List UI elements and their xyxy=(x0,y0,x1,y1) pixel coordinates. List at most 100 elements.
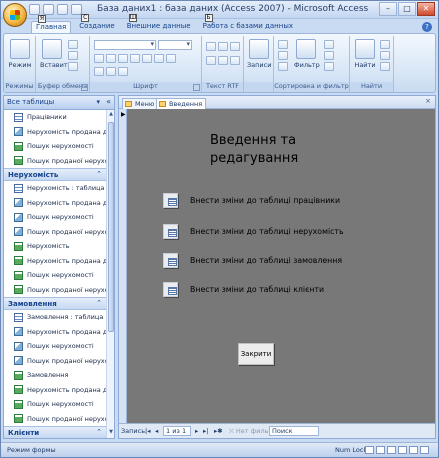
nav-group-header[interactable]: Клієнти ⌃ xyxy=(4,426,108,438)
format-painter-icon[interactable] xyxy=(68,62,78,71)
advanced-filter-icon[interactable] xyxy=(324,51,334,60)
group-collapse-chevron-icon[interactable]: ⌃ xyxy=(96,299,102,307)
nav-scrollbar[interactable]: ▲ ▼ xyxy=(106,110,114,438)
nav-item[interactable]: Пошук проданої нерухо... xyxy=(4,283,108,298)
clear-sort-icon[interactable] xyxy=(278,62,288,71)
bullets-icon[interactable] xyxy=(206,56,216,65)
scroll-up-icon[interactable]: ▲ xyxy=(107,111,114,119)
scroll-thumb[interactable] xyxy=(108,122,114,332)
group-collapse-chevron-icon[interactable]: ⌃ xyxy=(96,428,102,436)
numbering-icon[interactable] xyxy=(218,56,228,65)
decrease-indent-icon[interactable] xyxy=(206,42,216,51)
filter-button[interactable]: Фильтр xyxy=(294,39,320,69)
minimize-button[interactable]: – xyxy=(379,2,397,16)
alt-fill-icon[interactable] xyxy=(118,67,128,76)
pivot-table-icon[interactable] xyxy=(387,446,396,454)
last-record-icon[interactable]: ▸| xyxy=(203,427,208,435)
office-button[interactable] xyxy=(3,3,27,27)
nav-item[interactable]: Працівники xyxy=(4,110,108,125)
close-document-icon[interactable]: × xyxy=(425,97,431,105)
edit-property-button[interactable] xyxy=(163,224,178,239)
nav-header[interactable]: Все таблицы ▾ « xyxy=(4,96,114,110)
help-icon[interactable]: ? xyxy=(422,22,432,32)
select-icon[interactable] xyxy=(380,62,390,71)
nav-item[interactable]: Пошук проданої нерухо... xyxy=(4,225,108,240)
nav-item[interactable]: Нерухомість : таблица xyxy=(4,181,108,196)
nav-item[interactable]: Пошук нерухомості xyxy=(4,139,108,154)
nav-item[interactable]: Пошук проданої нерухо... xyxy=(4,354,108,369)
edit-employees-button[interactable] xyxy=(163,193,178,208)
nav-item[interactable]: Замовлення : таблица xyxy=(4,310,108,325)
dialog-launcher-icon[interactable] xyxy=(81,84,88,91)
tab-external-data[interactable]: Ш Внешние данные xyxy=(123,14,195,33)
nav-menu-chevron-icon[interactable]: ▾ xyxy=(96,98,100,106)
tab-home[interactable]: Я Главная xyxy=(31,15,72,33)
close-window-button[interactable]: ✕ xyxy=(417,2,435,16)
cut-icon[interactable] xyxy=(68,40,78,49)
paragraph-icon[interactable] xyxy=(230,42,240,51)
sort-descending-icon[interactable] xyxy=(278,51,288,60)
italic-icon[interactable] xyxy=(106,54,116,63)
increase-indent-icon[interactable] xyxy=(218,42,228,51)
nav-item[interactable]: Нерухомість продана до ... xyxy=(4,325,108,340)
nav-item[interactable]: Нерухомість продана до ... xyxy=(4,254,108,269)
sort-ascending-icon[interactable] xyxy=(278,40,288,49)
nav-item[interactable]: Пошук нерухомості xyxy=(4,397,108,412)
shutter-bar-collapse-icon[interactable]: « xyxy=(106,97,111,106)
paste-button[interactable]: Вставить xyxy=(40,39,71,69)
font-name-combo[interactable] xyxy=(94,40,156,50)
prev-record-icon[interactable]: ◂ xyxy=(155,427,158,435)
nav-item[interactable]: Пошук нерухомості xyxy=(4,339,108,354)
align-left-icon[interactable] xyxy=(130,54,140,63)
selection-filter-icon[interactable] xyxy=(324,40,334,49)
redo-icon[interactable] xyxy=(57,4,68,15)
highlight-icon[interactable] xyxy=(230,56,240,65)
nav-item[interactable]: Нерухомість продана до ... xyxy=(4,383,108,398)
dialog-launcher-icon[interactable] xyxy=(193,84,200,91)
replace-icon[interactable] xyxy=(380,40,390,49)
nav-item[interactable]: Нерухомість продана до ... xyxy=(4,125,108,140)
edit-orders-button[interactable] xyxy=(163,253,178,268)
nav-item[interactable]: Пошук нерухомості xyxy=(4,210,108,225)
record-selector[interactable]: ▶ xyxy=(119,109,127,424)
goto-icon[interactable] xyxy=(380,51,390,60)
gridlines-icon[interactable] xyxy=(166,54,176,63)
scroll-down-icon[interactable]: ▼ xyxy=(107,429,114,437)
view-button[interactable]: Режим xyxy=(8,39,32,69)
doc-tab-menu[interactable]: Меню xyxy=(122,98,159,109)
nav-item[interactable]: Пошук проданої нерухо... xyxy=(4,154,108,169)
new-record-icon[interactable]: ▸✱ xyxy=(214,427,223,435)
save-icon[interactable] xyxy=(29,4,40,15)
toggle-filter-icon[interactable] xyxy=(324,62,334,71)
search-input[interactable]: Поиск xyxy=(269,426,319,436)
edit-clients-button[interactable] xyxy=(163,282,178,297)
nav-group-header[interactable]: Нерухомість ⌃ xyxy=(4,168,108,181)
nav-item[interactable]: Нерухомість продана до ... xyxy=(4,196,108,211)
align-center-icon[interactable] xyxy=(142,54,152,63)
nav-item[interactable]: Пошук проданої нерухо... xyxy=(4,412,108,427)
nav-item[interactable]: Нерухомість xyxy=(4,239,108,254)
form-view-icon[interactable] xyxy=(365,446,374,454)
undo-icon[interactable] xyxy=(43,4,54,15)
layout-view-icon[interactable] xyxy=(409,446,418,454)
group-collapse-chevron-icon[interactable]: ⌃ xyxy=(96,170,102,178)
tab-create[interactable]: С Создание xyxy=(75,14,118,33)
bold-icon[interactable] xyxy=(94,54,104,63)
doc-tab-entry[interactable]: Введення xyxy=(156,98,207,109)
pivot-chart-icon[interactable] xyxy=(398,446,407,454)
fill-color-icon[interactable] xyxy=(106,67,116,76)
record-position-field[interactable]: 1 из 1 xyxy=(163,426,191,436)
nav-group-header[interactable]: Замовлення ⌃ xyxy=(4,297,108,310)
tab-database-tools[interactable]: Б Работа с базами данных xyxy=(199,14,297,33)
next-record-icon[interactable]: ▸ xyxy=(195,427,198,435)
design-view-icon[interactable] xyxy=(420,446,429,454)
align-right-icon[interactable] xyxy=(154,54,164,63)
datasheet-view-icon[interactable] xyxy=(376,446,385,454)
nav-item[interactable]: Пошук нерухомості xyxy=(4,268,108,283)
nav-item[interactable]: Замовлення xyxy=(4,368,108,383)
font-color-icon[interactable] xyxy=(94,67,104,76)
find-button[interactable]: Найти xyxy=(353,39,377,69)
close-form-button[interactable]: Закрити xyxy=(238,343,274,365)
maximize-button[interactable]: □ xyxy=(398,2,416,16)
first-record-icon[interactable]: |◂ xyxy=(145,427,150,435)
